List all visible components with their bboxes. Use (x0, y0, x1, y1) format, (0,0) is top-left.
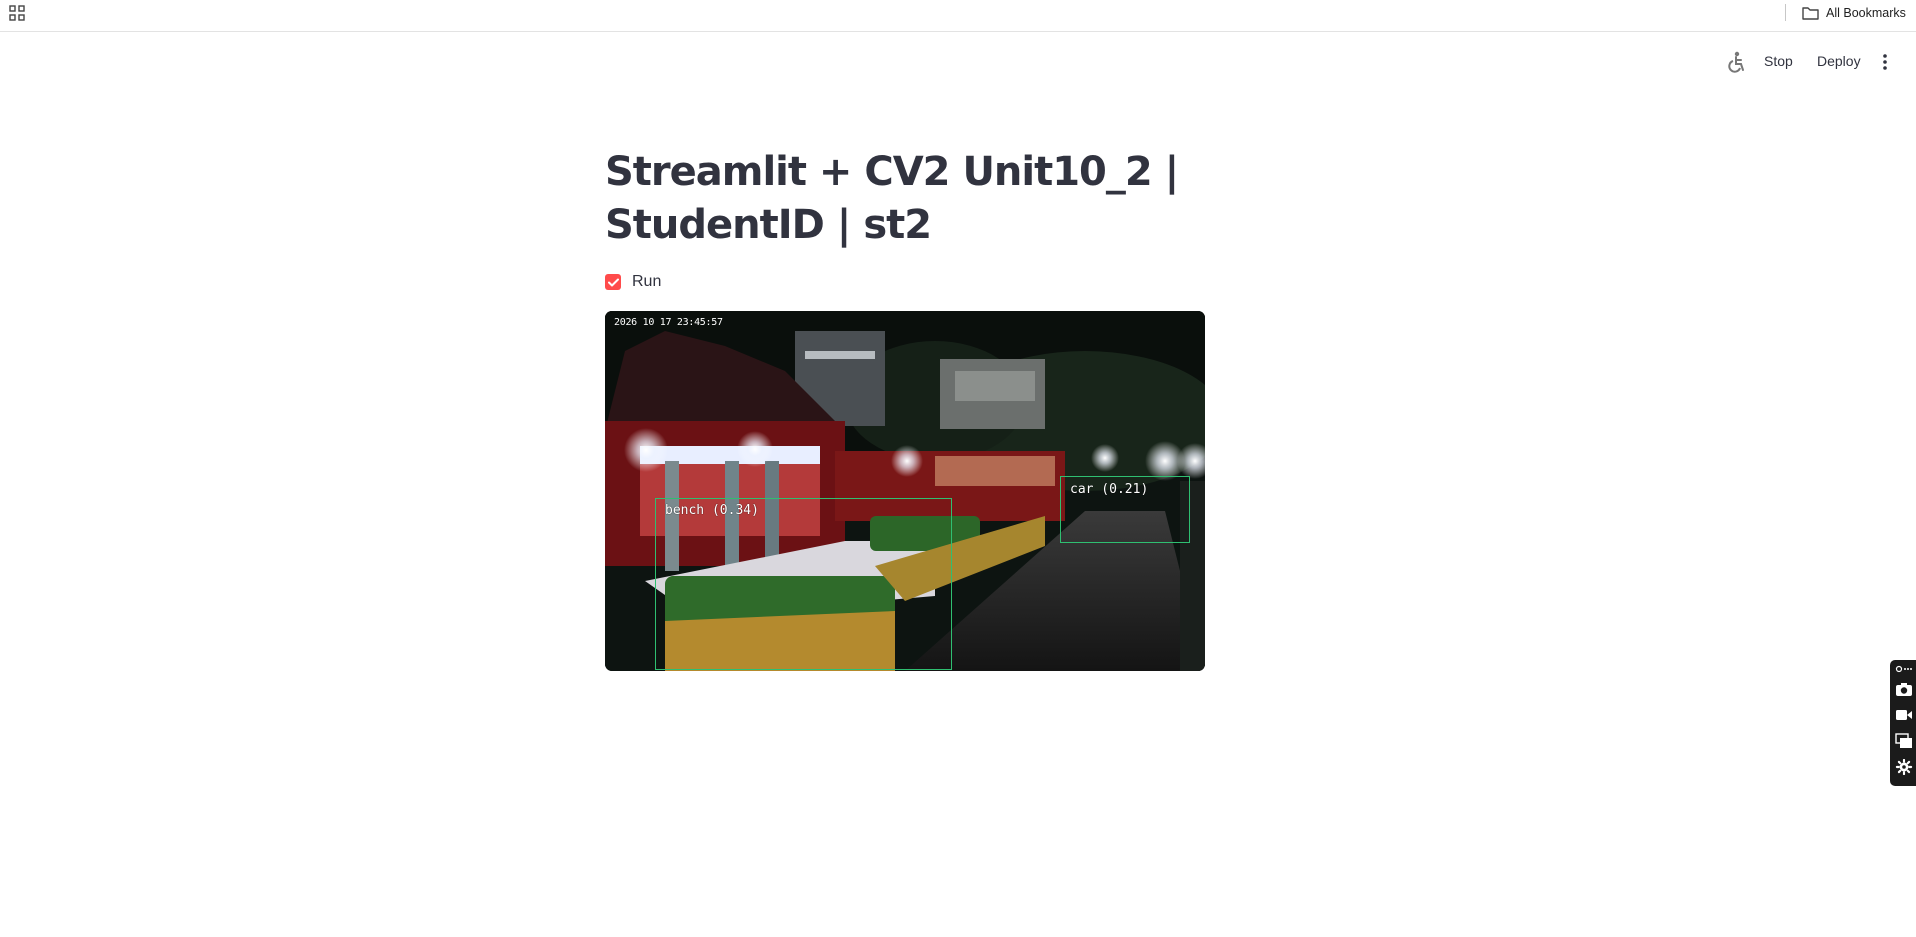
gear-icon[interactable] (1895, 759, 1913, 775)
bookmarks-bar: All Bookmarks (0, 0, 1916, 32)
detection-box-bench (655, 498, 952, 670)
bookmarks-separator (1785, 4, 1786, 21)
folder-icon (1802, 7, 1819, 20)
apps-grid-icon[interactable] (9, 5, 25, 21)
checkbox-checked-icon[interactable] (605, 274, 621, 290)
wheelchair-icon (1728, 51, 1744, 73)
deploy-button[interactable]: Deploy (1817, 53, 1861, 69)
detection-label-bench: bench (0.34) (665, 503, 759, 518)
page-title: Streamlit + CV2 Unit10_2 | StudentID | s… (605, 146, 1225, 252)
detection-label-car: car (0.21) (1070, 482, 1149, 497)
screens-icon[interactable] (1895, 733, 1913, 749)
page-title-line-2: StudentID | st2 (605, 202, 932, 248)
camera-video-frame: 2026 10 17 23:45:57 bench (0.34) car (0.… (605, 311, 1205, 671)
link-more-icon[interactable] (1895, 664, 1913, 674)
camera-timestamp: 2026 10 17 23:45:57 (614, 317, 723, 328)
page-title-line-1: Streamlit + CV2 Unit10_2 | (605, 149, 1179, 195)
camera-side-toolbar (1890, 660, 1916, 786)
run-checkbox[interactable]: Run (605, 273, 661, 291)
run-checkbox-label: Run (632, 273, 662, 290)
all-bookmarks-button[interactable]: All Bookmarks (1802, 3, 1906, 23)
stop-button[interactable]: Stop (1764, 53, 1793, 69)
camera-icon[interactable] (1895, 681, 1913, 697)
video-icon[interactable] (1895, 707, 1913, 723)
all-bookmarks-label: All Bookmarks (1826, 6, 1906, 20)
more-vertical-icon[interactable] (1880, 53, 1890, 71)
